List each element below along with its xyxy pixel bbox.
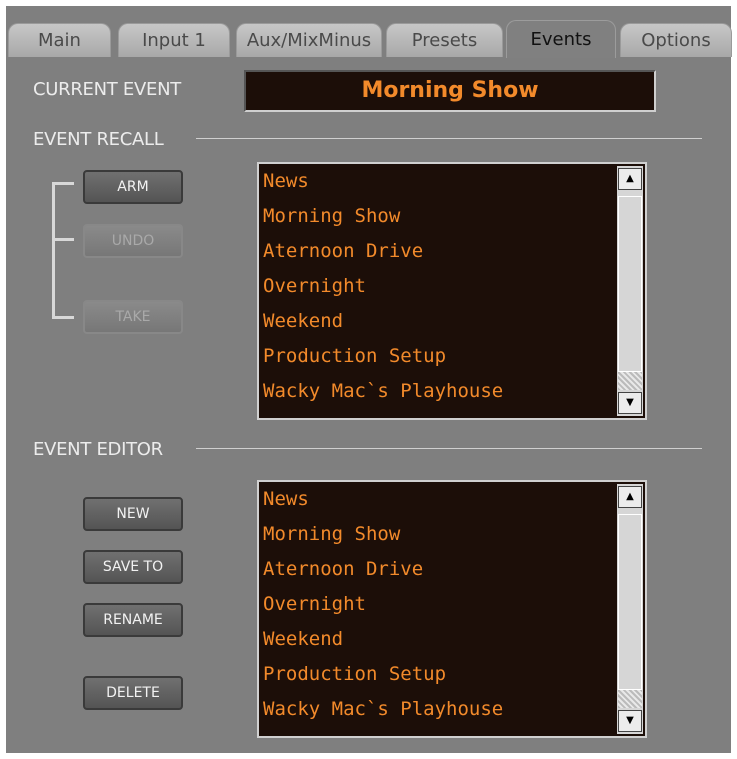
recall-bracket-tick [52,316,74,319]
recall-bracket-tick [52,238,74,241]
list-item[interactable]: Wacky Mac`s Playhouse [263,694,615,729]
tab-main[interactable]: Main [8,23,111,57]
list-item[interactable]: Overnight [263,271,615,306]
list-item[interactable]: Production Setup [263,341,615,376]
triangle-up-icon[interactable]: ▲ [618,168,642,190]
tab-input-1[interactable]: Input 1 [118,23,230,57]
list-item[interactable]: Aternoon Drive [263,554,615,589]
event-recall-title: EVENT RECALL [33,129,164,150]
current-event-display: Morning Show [244,70,656,112]
tab-options[interactable]: Options [620,23,732,57]
event-recall-scrollbar[interactable]: ▲ ▼ [617,166,643,416]
event-recall-divider [196,138,702,139]
list-item[interactable]: News [263,484,615,519]
event-editor-divider [196,448,702,449]
list-item[interactable]: Production Setup [263,659,615,694]
undo-button[interactable]: UNDO [83,224,183,258]
event-editor-list[interactable]: News Morning Show Aternoon Drive Overnig… [257,480,647,738]
tab-events[interactable]: Events [506,20,616,58]
list-item[interactable]: Overnight [263,589,615,624]
event-editor-title: EVENT EDITOR [33,439,163,460]
delete-button[interactable]: DELETE [83,676,183,710]
triangle-down-icon[interactable]: ▼ [618,392,642,414]
arm-button[interactable]: ARM [83,170,183,204]
event-editor-scrollbar[interactable]: ▲ ▼ [617,484,643,734]
scroll-track[interactable] [618,690,642,708]
current-event-label: CURRENT EVENT [33,79,181,100]
tab-aux-mixminus[interactable]: Aux/MixMinus [236,23,382,57]
recall-bracket [52,182,55,319]
rename-button[interactable]: RENAME [83,603,183,637]
triangle-down-icon[interactable]: ▼ [618,710,642,732]
take-button[interactable]: TAKE [83,300,183,334]
triangle-up-icon[interactable]: ▲ [618,486,642,508]
tab-presets[interactable]: Presets [386,23,503,57]
scroll-track[interactable] [618,372,642,390]
list-item[interactable]: Weekend [263,306,615,341]
list-item[interactable]: News [263,166,615,201]
list-item[interactable]: Wacky Mac`s Playhouse [263,376,615,411]
new-button[interactable]: NEW [83,497,183,531]
list-item[interactable]: Weekend [263,624,615,659]
list-item[interactable]: Aternoon Drive [263,236,615,271]
save-to-button[interactable]: SAVE TO [83,550,183,584]
list-item[interactable]: Morning Show [263,201,615,236]
list-item[interactable]: Morning Show [263,519,615,554]
scroll-thumb[interactable] [618,514,642,690]
recall-bracket-tick [52,182,74,185]
event-recall-list[interactable]: News Morning Show Aternoon Drive Overnig… [257,162,647,420]
scroll-thumb[interactable] [618,196,642,372]
